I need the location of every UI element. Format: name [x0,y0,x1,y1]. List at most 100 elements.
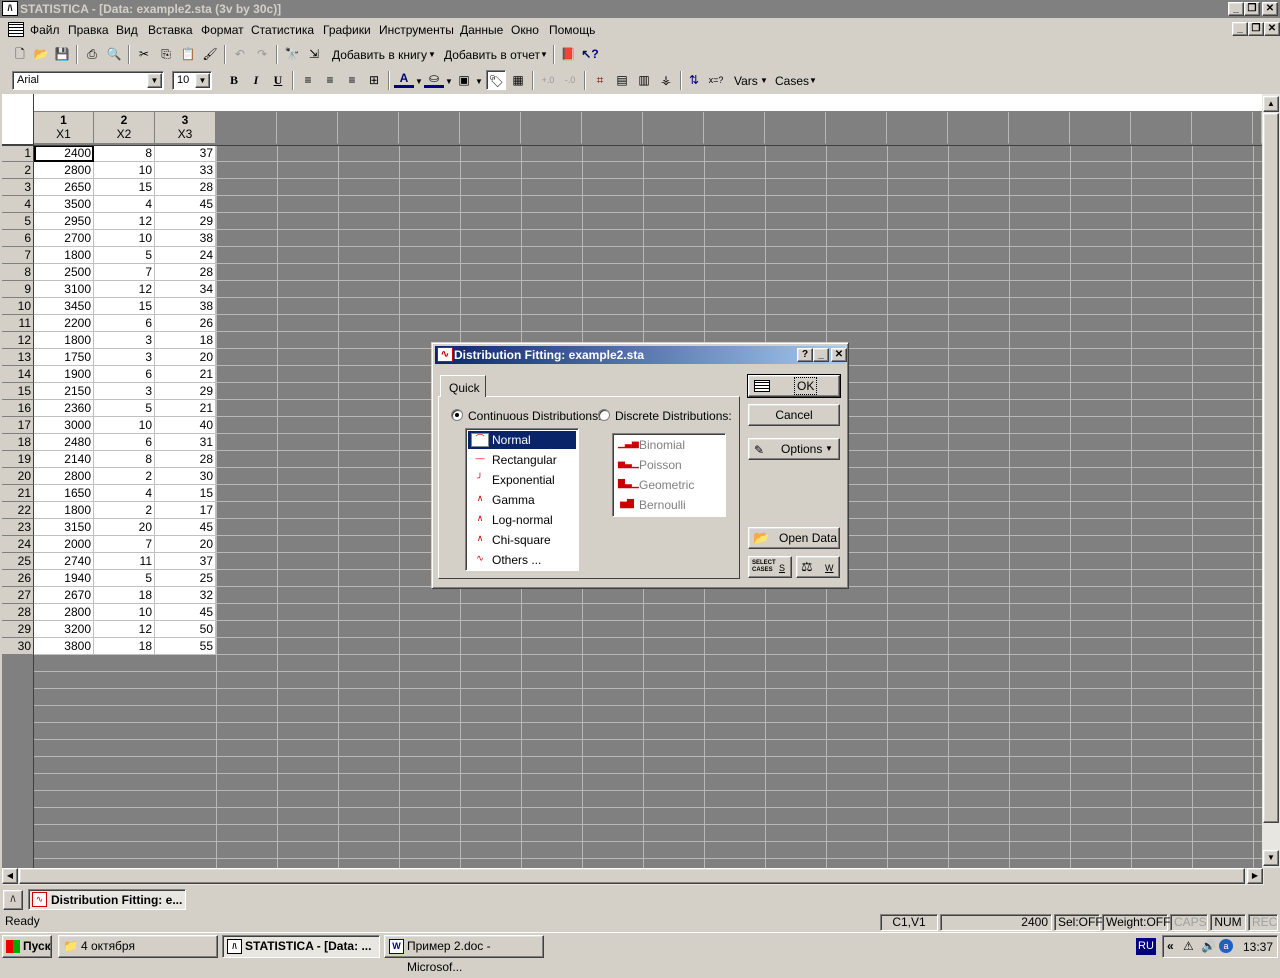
row-header[interactable]: 25 [2,553,34,570]
grid-icon[interactable]: ▦ [508,70,528,90]
table-cell[interactable]: 37 [155,553,216,570]
table-cell[interactable]: 34 [155,281,216,298]
row-header[interactable]: 28 [2,604,34,621]
paste-icon[interactable]: 📋 [178,44,198,64]
table-cell[interactable]: 2800 [34,468,94,485]
vars-dropdown-icon[interactable]: ▼ [760,76,768,85]
case-names-icon[interactable]: ⚶ [656,70,676,90]
language-indicator[interactable]: RU [1136,938,1156,955]
add-to-book-dropdown-icon[interactable]: ▼ [428,50,436,59]
table-cell[interactable]: 33 [155,162,216,179]
borders-icon[interactable]: ▣ [454,70,474,90]
table-cell[interactable]: 2400 [34,145,94,162]
table-cell[interactable]: 40 [155,417,216,434]
column-header[interactable]: 3 X3 [155,112,216,144]
cases-dropdown-icon[interactable]: ▼ [809,76,817,85]
table-cell[interactable]: 15 [94,179,155,196]
menu-tools[interactable]: Инструменты [379,23,454,37]
table-cell[interactable]: 2700 [34,230,94,247]
row-header[interactable]: 1 [2,145,34,162]
table-cell[interactable]: 2500 [34,264,94,281]
table-cell[interactable]: 26 [155,315,216,332]
row-header[interactable]: 4 [2,196,34,213]
row-header[interactable]: 20 [2,468,34,485]
row-header[interactable]: 15 [2,383,34,400]
table-cell[interactable]: 12 [94,281,155,298]
select-cases-button[interactable]: SELECT CASES S [748,556,792,578]
fill-color-icon[interactable]: ⛀ [424,70,444,88]
mdi-restore-icon[interactable]: ❐ [1248,22,1264,36]
list-item-geometric[interactable]: ▇▃▁ Geometric [615,476,723,494]
table-cell[interactable]: 45 [155,519,216,536]
table-cell[interactable]: 5 [94,400,155,417]
all-specs-icon[interactable]: ▤ [612,70,632,90]
continuous-radio[interactable] [451,409,463,421]
row-header[interactable]: 13 [2,349,34,366]
row-header[interactable]: 3 [2,179,34,196]
save-icon[interactable]: 💾 [52,44,72,64]
dialog-close-icon[interactable]: ✕ [831,348,847,362]
open-icon[interactable]: 📂 [31,44,51,64]
table-cell[interactable]: 2360 [34,400,94,417]
table-cell[interactable]: 50 [155,621,216,638]
scroll-thumb[interactable] [1263,113,1279,823]
menu-file[interactable]: Файл [30,23,60,37]
table-cell[interactable]: 10 [94,230,155,247]
row-header[interactable]: 17 [2,417,34,434]
table-cell[interactable]: 20 [155,349,216,366]
list-item-chi-square[interactable]: ∧ Chi-square [468,531,576,549]
table-cell[interactable]: 29 [155,213,216,230]
menu-window[interactable]: Окно [511,23,539,37]
font-name-select[interactable]: Arial ▼ [12,71,164,90]
row-header[interactable]: 29 [2,621,34,638]
corner-cell[interactable] [2,94,34,145]
tray-volume-icon[interactable]: 🔊 [1201,939,1216,953]
decrease-decimal-icon[interactable]: -.0 [560,70,580,90]
table-cell[interactable]: 21 [155,366,216,383]
open-data-button[interactable]: 📂 Open Data [748,527,840,549]
book-icon[interactable]: 📕 [558,44,578,64]
variable-specs-icon[interactable]: ⌗ [590,70,610,90]
statistica-icon[interactable]: /\ [3,890,23,910]
context-help-icon[interactable]: ↖? [580,44,600,64]
table-cell[interactable]: 5 [94,247,155,264]
options-button[interactable]: ✎ Options ▼ [748,438,840,460]
mdi-close-icon[interactable]: ✕ [1264,22,1280,36]
print-preview-icon[interactable]: 🔍 [104,44,124,64]
list-item-binomial[interactable]: ▁▃▅ Binomial [615,436,723,454]
dialog-minimize-icon[interactable]: _ [813,348,829,362]
menu-graphs[interactable]: Графики [323,23,371,37]
font-size-select[interactable]: 10 ▼ [172,71,212,90]
table-cell[interactable]: 20 [155,536,216,553]
scroll-down-icon[interactable]: ▼ [1263,850,1279,866]
row-header[interactable]: 7 [2,247,34,264]
mdi-minimize-icon[interactable]: _ [1232,22,1248,36]
print-icon[interactable]: ⎙ [82,44,102,64]
table-cell[interactable]: 28 [155,264,216,281]
table-cell[interactable]: 25 [155,570,216,587]
underline-button[interactable]: U [268,70,288,90]
table-cell[interactable]: 3100 [34,281,94,298]
undo-icon[interactable]: ↶ [230,44,250,64]
table-cell[interactable]: 2 [94,502,155,519]
table-cell[interactable]: 12 [94,213,155,230]
list-item-poisson[interactable]: ▅▃▁ Poisson [615,456,723,474]
table-cell[interactable]: 32 [155,587,216,604]
taskbar-folder[interactable]: 📁 4 октября [58,935,218,958]
scroll-left-icon[interactable]: ◀ [2,868,18,884]
table-cell[interactable]: 28 [155,179,216,196]
table-cell[interactable]: 1800 [34,247,94,264]
row-header[interactable]: 5 [2,213,34,230]
row-header[interactable]: 14 [2,366,34,383]
row-header[interactable]: 22 [2,502,34,519]
app-icon[interactable]: /\ [2,1,18,16]
table-cell[interactable]: 1800 [34,332,94,349]
table-cell[interactable]: 1900 [34,366,94,383]
align-left-icon[interactable]: ≡ [298,70,318,90]
table-cell[interactable]: 3800 [34,638,94,655]
font-color-dropdown-icon[interactable]: ▼ [415,77,423,86]
list-item-log-normal[interactable]: ∧ Log-normal [468,511,576,529]
table-cell[interactable]: 10 [94,417,155,434]
table-cell[interactable]: 3500 [34,196,94,213]
table-cell[interactable]: 29 [155,383,216,400]
